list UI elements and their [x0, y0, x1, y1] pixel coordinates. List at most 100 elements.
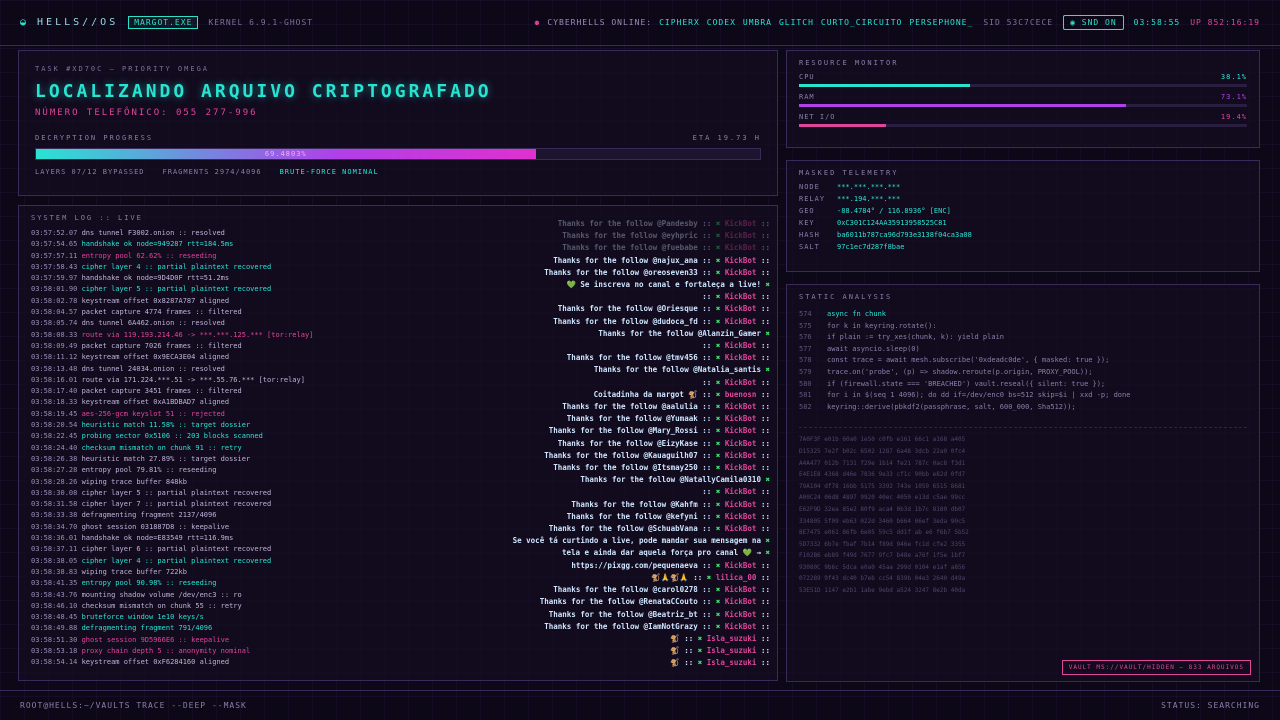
online-user[interactable]: GLITCH — [779, 18, 814, 27]
verified-badge-icon: ✖ — [715, 414, 721, 424]
chat-separator: :: — [702, 219, 712, 228]
online-user[interactable]: CIPHERX — [659, 18, 700, 27]
vault-path-badge[interactable]: VAULT MS://VAULT/HIDDEN — 833 ARQUIVOS — [1061, 660, 1251, 675]
static-analysis-title: STATIC ANALYSIS — [799, 293, 893, 301]
chat-separator: :: — [702, 585, 712, 595]
log-timestamp: 03:58:24.40 — [31, 443, 78, 452]
chat-username[interactable]: KickBot — [725, 610, 757, 619]
chat-text: Thanks for the follow @najux_ana — [553, 255, 698, 265]
log-timestamp: 03:57:52.07 — [31, 229, 78, 237]
chat-message: Thanks for the follow @eyhpric :: ✖ Kick… — [450, 230, 770, 242]
chat-separator: :: — [702, 414, 712, 424]
chat-separator: :: — [760, 597, 770, 607]
chat-username[interactable]: KickBot — [725, 219, 757, 228]
chat-separator: :: — [760, 389, 770, 399]
chat-username[interactable]: KickBot — [725, 597, 757, 606]
online-users: ⚉ CYBERHELLS ONLINE: CIPHERX CODEX UMBRA… — [535, 18, 974, 27]
chat-message: tela e ainda dar aquela força pro canal … — [450, 547, 770, 559]
sound-toggle[interactable]: ◉ SND ON — [1063, 15, 1124, 30]
chat-username[interactable]: lilica_00 — [716, 573, 757, 582]
chat-username[interactable]: KickBot — [725, 378, 757, 387]
log-message: keystream offset 0x9ECA3E04 aligned — [81, 353, 230, 362]
chat-username[interactable]: Isla_suzuki — [707, 646, 757, 655]
clock: 03:58:55 — [1133, 18, 1181, 27]
sound-toggle-label: SND ON — [1081, 18, 1117, 27]
chat-separator: :: — [702, 597, 712, 607]
chat-username[interactable]: KickBot — [725, 500, 757, 509]
chat-username[interactable]: KickBot — [725, 243, 757, 252]
resource-row: RAM 73.1% — [799, 93, 1247, 107]
chat-username[interactable]: KickBot — [725, 487, 757, 496]
log-message: entropy pool 90.98% :: reseeding — [81, 579, 217, 588]
online-user[interactable]: CODEX — [707, 18, 736, 27]
chat-username[interactable]: KickBot — [725, 585, 757, 594]
log-timestamp: 03:58:09.49 — [31, 341, 78, 350]
resource-value: 38.1% — [1220, 73, 1247, 81]
verified-badge-icon: ✖ — [715, 255, 721, 265]
online-user[interactable]: UMBRA — [743, 18, 772, 27]
chat-username[interactable]: Isla_suzuki — [707, 634, 757, 643]
chat-username[interactable]: KickBot — [725, 512, 757, 521]
online-user[interactable]: CURTO_CIRCUITO — [821, 18, 902, 27]
hex-line: 072289 9f43 dc40 b7eb cc54 839b 04e3 264… — [799, 575, 966, 583]
chat-username[interactable]: KickBot — [725, 292, 757, 301]
verified-badge-icon: ✖ — [715, 524, 721, 534]
log-timestamp: 03:58:05.74 — [31, 319, 78, 328]
chat-username[interactable]: KickBot — [725, 256, 757, 265]
code-line: 580 if (firewall.state === 'BREACHED') va… — [799, 379, 1247, 391]
chat-username[interactable]: KickBot — [725, 439, 757, 448]
chat-username[interactable]: KickBot — [725, 402, 757, 411]
chat-text: Thanks for the follow @dudoca_fd — [553, 316, 698, 326]
chat-username[interactable]: KickBot — [725, 561, 757, 570]
chat-username[interactable]: KickBot — [725, 317, 757, 326]
chat-username[interactable]: KickBot — [725, 268, 757, 277]
telemetry-row: RELAY ***.194.***.*** — [799, 195, 1247, 203]
chat-username[interactable]: KickBot — [725, 451, 757, 460]
chat-username[interactable]: KickBot — [725, 414, 757, 423]
online-user[interactable]: PERSEPHONE_ — [909, 18, 973, 27]
log-message: keystream offset 0xA1BDBAD7 aligned — [81, 398, 230, 407]
chat-username[interactable]: KickBot — [725, 341, 757, 350]
chat-text: Thanks for the follow @IamNotGrazy — [544, 621, 698, 631]
verified-badge-icon: ✖ — [715, 463, 721, 473]
chat-username[interactable]: KickBot — [725, 426, 757, 435]
chat-username[interactable]: KickBot — [725, 304, 757, 313]
log-message: cipher layer 4 :: partial plaintext reco… — [81, 262, 272, 271]
log-message: packet capture 4774 frames :: filtered — [81, 308, 242, 317]
chat-username[interactable]: Isla_suzuki — [707, 658, 757, 667]
log-timestamp: 03:58:38.05 — [31, 556, 78, 565]
chat-username[interactable]: KickBot — [725, 463, 757, 472]
log-message: dns tunnel 24034.onion :: resolved — [81, 364, 225, 373]
chat-text: Thanks for the follow @Natalia_santis — [593, 365, 761, 375]
uptime: UP 852:16:19 — [1190, 18, 1260, 27]
chat-message: Thanks for the follow @carol0278 :: ✖ Ki… — [450, 584, 770, 596]
verified-badge-icon: ✖ — [715, 511, 721, 521]
hex-line: 79A104 df78 16bb 5175 3392 743e 1059 651… — [799, 482, 966, 490]
chat-separator: :: — [702, 463, 712, 473]
telemetry-key: GEO — [799, 207, 815, 215]
line-number: 578 — [799, 356, 812, 365]
chat-username[interactable]: KickBot — [725, 231, 757, 240]
code-text: trace.on('probe', (p) => shadow.reroute(… — [827, 367, 1093, 376]
process-chip[interactable]: MARGOT.EXE — [128, 16, 199, 29]
command-prompt[interactable]: ROOT@HELLS:~/VAULTS TRACE --DEEP --MASK — [20, 701, 247, 710]
chat-separator: :: — [702, 450, 712, 460]
chat-separator: :: — [760, 524, 770, 534]
chat-separator: :: — [760, 609, 770, 619]
telemetry-value: 0xC301C124AA35913958525C81 — [837, 219, 947, 227]
bruteforce-status: BRUTE-FORCE NOMINAL — [279, 168, 379, 176]
code-text: if (firewall.state === 'BREACHED') vault… — [827, 379, 1106, 388]
line-number: 576 — [799, 333, 812, 342]
chat-username[interactable]: KickBot — [725, 622, 757, 631]
chat-text: Thanks for the follow @fuebabe — [562, 243, 698, 253]
chat-separator: :: — [684, 646, 694, 656]
verified-badge-icon: ✖ — [715, 243, 721, 253]
chat-overlay: Thanks for the follow @Pandesby :: ✖ Kic… — [450, 218, 770, 672]
chat-message: 🐒🙏🐒🙏 :: ✖ lilica_00 :: — [450, 572, 770, 584]
chat-username[interactable]: KickBot — [725, 353, 757, 362]
chat-username[interactable]: KickBot — [725, 524, 757, 533]
chat-username[interactable]: buenosn — [725, 390, 757, 399]
chat-separator: :: — [760, 426, 770, 436]
code-line: 574 async fn chunk — [799, 309, 1247, 321]
verified-badge-icon: ✖ — [765, 365, 770, 375]
